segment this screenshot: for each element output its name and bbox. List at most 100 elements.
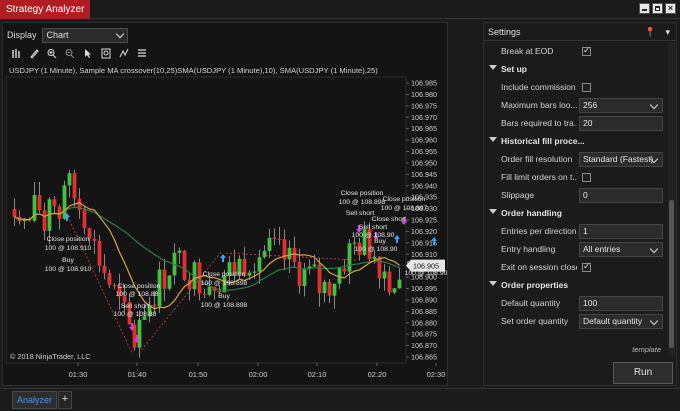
candle-body [162,269,167,289]
time-label: 02:00 [249,370,268,379]
candle-body [202,293,207,295]
candle-body [272,237,277,239]
settings-input[interactable]: 1 [579,223,663,239]
chart-toolbar [11,48,147,59]
price-label: 106.955 [411,147,437,156]
settings-row-label: Exit on session close [501,262,577,272]
settings-select[interactable]: Default quantity [579,313,663,329]
candle-body [52,199,57,207]
run-button[interactable]: Run [613,362,673,384]
settings-input[interactable]: 100 [579,295,663,311]
display-select-value: Chart [46,30,69,40]
pin-icon[interactable]: 📍 [645,23,656,41]
settings-row-label: Fill limit orders on t... [501,172,577,182]
price-label: 106.945 [411,170,437,179]
candle-body [392,288,397,293]
settings-value: All entries [583,243,621,254]
minimize-button[interactable] [639,3,650,14]
candle-body [372,256,377,260]
price-label: 106.970 [411,113,437,122]
candle-body [252,271,257,273]
trade-annotation: Close position [383,196,426,203]
settings-row: Fill limit orders on t... [484,168,666,186]
trade-annotation: 100 @ 108.910 [45,245,92,252]
settings-select[interactable]: Standard (Fastest) [579,151,663,167]
trade-annotation: 100 @ 108.898 [201,280,248,287]
settings-value: 20 [583,117,593,128]
maximize-button[interactable] [652,3,663,14]
settings-category[interactable]: Historical fill proce... [484,132,666,150]
candle-body [152,304,157,307]
price-label: 106.975 [411,101,437,110]
tab-bar: Analyzer + [0,388,680,411]
candle-body [267,237,272,251]
template-link[interactable]: template [632,345,661,354]
settings-row-label: Default quantity [501,298,561,308]
candle-body [107,273,112,285]
settings-row: Set order quantity Default quantity [484,312,666,330]
pointer-icon[interactable] [83,48,93,59]
settings-category[interactable]: Set up [484,60,666,78]
trade-annotation: 100 @ 108.88 [114,311,157,318]
close-button[interactable]: × [665,3,676,14]
price-label: 106.895 [411,284,437,293]
display-label: Display [7,30,37,40]
candle-body [382,271,387,279]
settings-row: Default quantity 100 [484,294,666,312]
draw-icon[interactable] [119,48,129,59]
settings-row: Order fill resolution Standard (Fastest) [484,150,666,168]
candle-body [247,272,252,276]
settings-row-label: Include commission [501,82,576,92]
candle-body [37,195,42,211]
candle-body [312,264,317,267]
trade-annotation: 100 @ 108.90 [352,232,395,239]
settings-input[interactable]: 20 [579,115,663,131]
settings-row: Bars required to tra... 20 [484,114,666,132]
bar-chart-icon[interactable] [11,48,21,59]
collapse-arrow-icon[interactable] [489,209,497,214]
time-label: 02:20 [368,370,387,379]
settings-value: 0 [583,189,588,200]
settings-select[interactable]: 256 [579,97,663,113]
price-label: 106.910 [411,250,437,259]
properties-icon[interactable] [101,48,111,59]
collapse-arrow-icon[interactable] [489,137,497,142]
window-titlebar: Strategy Analyzer × [0,0,680,19]
settings-checkbox[interactable] [582,172,591,182]
settings-select[interactable]: All entries [579,241,663,257]
collapse-arrow-icon[interactable] [489,65,497,70]
series-label: USDJPY (1 Minute), Sample MA crossover(1… [9,66,378,75]
settings-input[interactable]: 0 [579,187,663,203]
settings-row-label: Order handling [501,208,562,218]
price-chart[interactable]: USDJPY (1 Minute), Sample MA crossover(1… [4,63,448,385]
settings-checkbox[interactable] [582,82,591,92]
settings-scrollbar[interactable] [668,42,675,356]
settings-row-label: Set up [501,64,527,74]
settings-checkbox[interactable] [582,45,591,56]
settings-header: Settings 📍 ▾ [484,23,676,41]
pencil-icon[interactable] [29,48,39,59]
add-tab-button[interactable]: + [58,391,72,409]
settings-row-label: Entries per direction [501,226,577,236]
zoom-in-icon[interactable] [47,48,57,59]
settings-category[interactable]: Order handling [484,204,666,222]
settings-row-label: Maximum bars loo... [501,100,577,110]
settings-row: Entry handling All entries [484,240,666,258]
list-icon[interactable] [137,48,147,59]
collapse-arrow-icon[interactable] [489,281,497,286]
candle-body [352,242,357,244]
candle-body [292,247,297,262]
zoom-out-icon[interactable] [65,48,75,59]
tab-analyzer[interactable]: Analyzer [12,391,57,409]
settings-checkbox[interactable] [582,261,591,272]
copyright-label: © 2018 NinjaTrader, LLC [10,352,91,361]
candle-body [387,271,392,293]
settings-category[interactable]: Order properties [484,276,666,294]
dropdown-arrow-icon[interactable]: ▾ [665,23,670,41]
chevron-down-icon [115,29,124,38]
settings-row-label: Order fill resolution [501,154,573,164]
display-select[interactable]: Chart [41,27,128,43]
trade-annotation: Sell short [121,303,149,310]
candle-body [42,210,47,231]
scrollbar-thumb[interactable] [669,200,674,348]
